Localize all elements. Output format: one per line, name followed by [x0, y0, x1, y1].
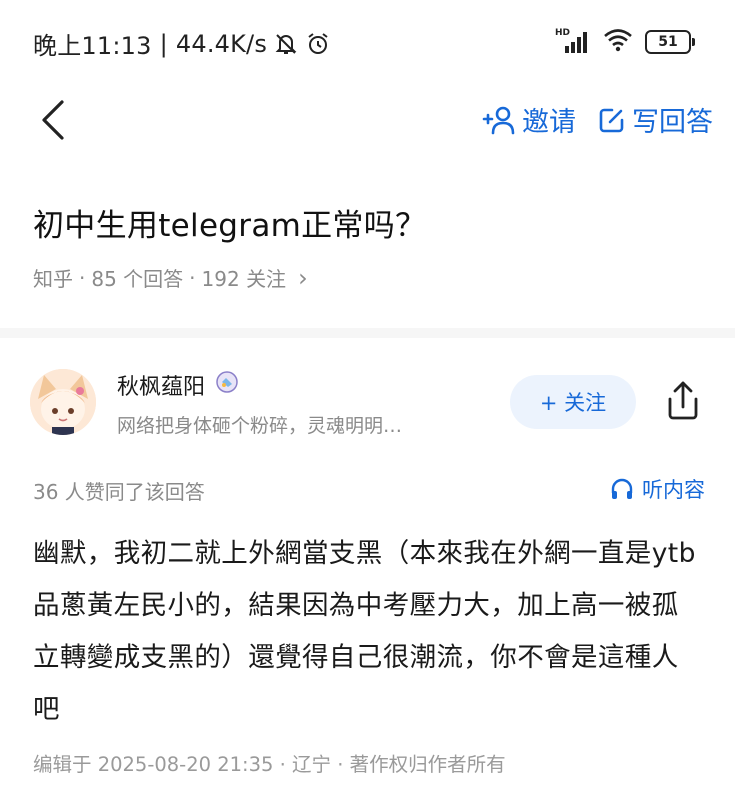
- alarm-icon: [305, 31, 331, 57]
- question-header: 初中生用telegram正常吗？ 知乎 · 85 个回答 · 192 关注 ›: [33, 200, 426, 292]
- votes-text: 36 人赞同了该回答: [33, 480, 205, 504]
- avatar[interactable]: [30, 369, 96, 435]
- battery-level: 51: [645, 30, 691, 54]
- status-separator: |: [159, 29, 168, 58]
- edit-icon: [599, 108, 624, 132]
- network-speed: 44.4K/s: [175, 29, 268, 58]
- status-right: HD 51: [555, 28, 695, 56]
- top-nav: 邀请 写回答: [0, 90, 735, 150]
- battery-nub: [692, 38, 695, 46]
- section-divider: [0, 328, 735, 338]
- listen-button[interactable]: 听内容: [610, 474, 705, 504]
- share-button[interactable]: [664, 379, 702, 423]
- back-arrow-icon: [42, 100, 64, 140]
- votes-row: 36 人赞同了该回答 听内容: [33, 474, 705, 504]
- signal-icon: HD: [555, 28, 591, 54]
- author-bio: 网络把身体砸个粉碎，灵魂明明…: [117, 415, 403, 437]
- status-bar: 晚上11:13 | 44.4K/s HD 51: [0, 0, 735, 80]
- status-left: 晚上11:13 | 44.4K/s: [33, 26, 331, 61]
- followers-count: 192 关注: [201, 267, 287, 291]
- headphones-icon: [611, 478, 633, 499]
- mute-bell-icon: [273, 31, 299, 57]
- author-name: 秋枫蕴阳: [117, 375, 206, 400]
- author-name-row[interactable]: 秋枫蕴阳: [117, 369, 239, 401]
- invite-button[interactable]: 邀请: [482, 100, 576, 139]
- question-source: 知乎: [33, 267, 73, 291]
- chevron-right-icon: ›: [298, 263, 308, 292]
- badge-icon: [215, 370, 239, 400]
- meta-separator: ·: [79, 265, 86, 290]
- battery-icon: 51: [645, 30, 695, 54]
- follow-button[interactable]: + 关注: [510, 375, 636, 429]
- question-title[interactable]: 初中生用telegram正常吗？: [33, 200, 426, 245]
- answer-author: 秋枫蕴阳 网络把身体砸个粉碎，灵魂明明… + 关注: [0, 355, 735, 455]
- back-button[interactable]: [36, 98, 76, 142]
- listen-label: 听内容: [642, 478, 705, 502]
- invite-label: 邀请: [522, 107, 576, 138]
- write-answer-button[interactable]: 写回答: [598, 100, 713, 139]
- answer-text: 幽默，我初二就上外網當支黑（本來我在外網一直是ytb品蔥黃左民小的，結果因為中考…: [33, 538, 696, 725]
- answer-footer: 编辑于 2025-08-20 21:35 · 辽宁 · 著作权归作者所有: [33, 753, 506, 776]
- nav-actions: 邀请 写回答: [482, 100, 713, 139]
- write-answer-label: 写回答: [632, 107, 713, 138]
- wifi-icon: [603, 28, 633, 56]
- status-time: 晚上11:13: [33, 32, 152, 60]
- meta-separator: ·: [189, 265, 196, 290]
- answers-count: 85 个回答: [91, 267, 184, 291]
- add-user-icon: [482, 106, 515, 134]
- question-meta[interactable]: 知乎 · 85 个回答 · 192 关注 ›: [33, 263, 426, 292]
- share-icon: [668, 381, 698, 420]
